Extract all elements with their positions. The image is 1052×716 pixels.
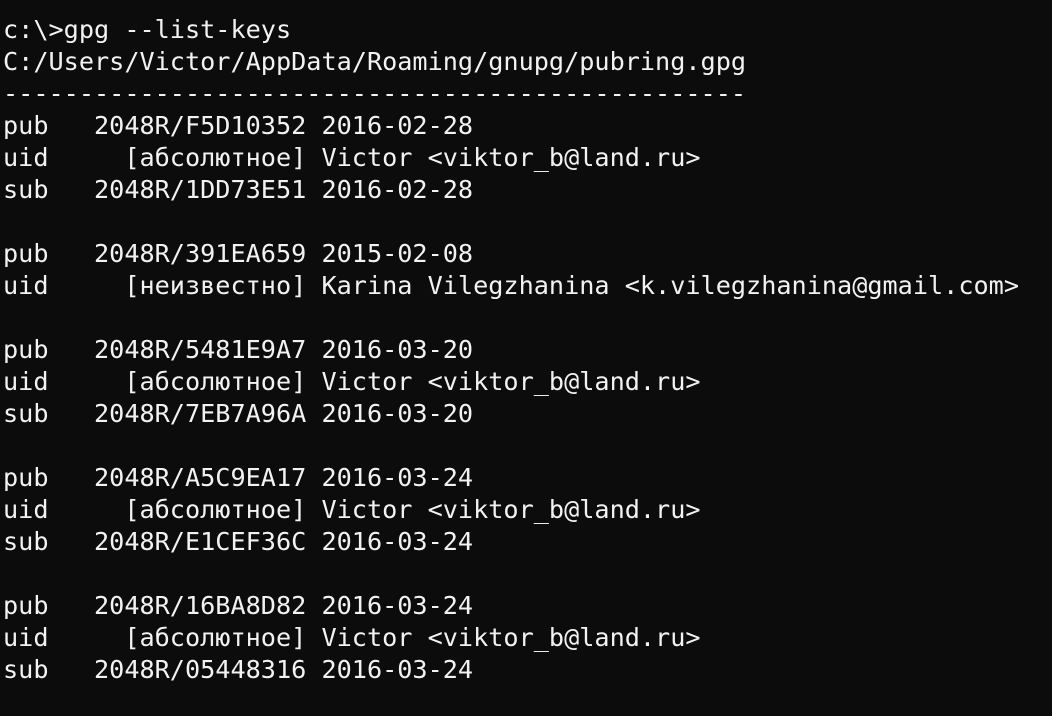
key-sub-line: sub 2048R/05448316 2016-03-24 bbox=[3, 655, 474, 684]
key-uid-line: uid [абсолютное] Victor <viktor_b@land.r… bbox=[3, 367, 701, 396]
key-uid-line: uid [абсолютное] Victor <viktor_b@land.r… bbox=[3, 495, 701, 524]
terminal-window[interactable]: c:\>gpg --list-keys C:/Users/Victor/AppD… bbox=[0, 0, 1052, 716]
key-uid-line: uid [абсолютное] Victor <viktor_b@land.r… bbox=[3, 623, 701, 652]
command-line: c:\>gpg --list-keys bbox=[3, 15, 292, 44]
key-pub-line: pub 2048R/16BA8D82 2016-03-24 bbox=[3, 591, 474, 620]
separator-line: ----------------------------------------… bbox=[3, 79, 747, 108]
key-sub-line: sub 2048R/1DD73E51 2016-02-28 bbox=[3, 175, 474, 204]
key-sub-line: sub 2048R/7EB7A96A 2016-03-20 bbox=[3, 399, 474, 428]
key-sub-line: sub 2048R/E1CEF36C 2016-03-24 bbox=[3, 527, 474, 556]
key-uid-line: uid [абсолютное] Victor <viktor_b@land.r… bbox=[3, 143, 701, 172]
key-pub-line: pub 2048R/A5C9EA17 2016-03-24 bbox=[3, 463, 474, 492]
key-pub-line: pub 2048R/5481E9A7 2016-03-20 bbox=[3, 335, 474, 364]
key-uid-line: uid [неизвестно] Karina Vilegzhanina <k.… bbox=[3, 271, 1019, 300]
key-pub-line: pub 2048R/391EA659 2015-02-08 bbox=[3, 239, 474, 268]
key-pub-line: pub 2048R/F5D10352 2016-02-28 bbox=[3, 111, 474, 140]
keyring-path: C:/Users/Victor/AppData/Roaming/gnupg/pu… bbox=[3, 47, 747, 76]
